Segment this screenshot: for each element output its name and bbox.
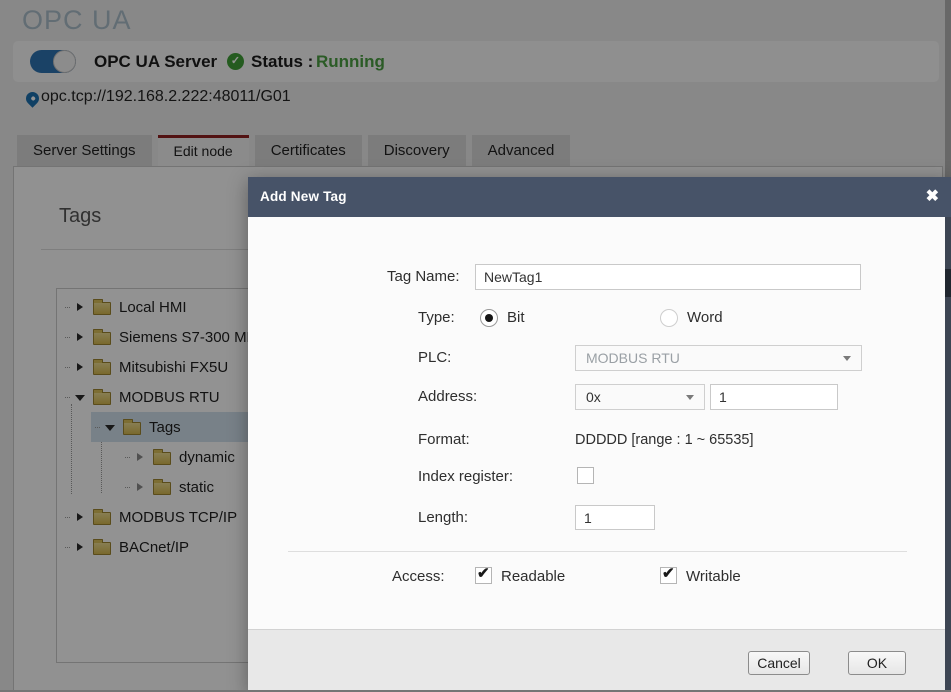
checkmark-icon: ✔ xyxy=(662,565,675,582)
section-divider xyxy=(288,551,907,552)
add-new-tag-dialog: Add New Tag ✖ Tag Name: Type: Bit Word P… xyxy=(248,177,951,692)
type-bit-radio[interactable] xyxy=(480,309,498,327)
access-label: Access: xyxy=(392,568,445,585)
checkmark-icon: ✔ xyxy=(477,565,490,582)
length-label: Length: xyxy=(418,509,469,526)
screen: OPC UA OPC UA Server ✓ Status : Running … xyxy=(0,0,951,692)
writable-checkbox[interactable]: ✔ xyxy=(660,565,677,584)
type-word-label: Word xyxy=(687,309,723,326)
plc-label: PLC: xyxy=(418,349,452,366)
close-icon[interactable]: ✖ xyxy=(926,177,939,217)
tag-name-label: Tag Name: xyxy=(387,268,460,285)
type-bit-label: Bit xyxy=(507,309,525,326)
length-input[interactable] xyxy=(575,505,655,530)
dropdown-arrow-icon xyxy=(686,395,694,400)
tag-name-input[interactable] xyxy=(475,264,861,290)
index-register-checkbox[interactable] xyxy=(577,467,594,484)
type-word-radio[interactable] xyxy=(660,309,678,327)
ok-button[interactable]: OK xyxy=(848,651,906,675)
dialog-scrollbar-track[interactable] xyxy=(945,217,951,692)
writable-label: Writable xyxy=(686,568,741,585)
address-label: Address: xyxy=(418,388,478,405)
type-label: Type: xyxy=(418,309,455,326)
address-mode-dropdown[interactable]: 0x xyxy=(575,384,705,410)
address-input[interactable] xyxy=(710,384,838,410)
format-label: Format: xyxy=(418,431,470,448)
cancel-button[interactable]: Cancel xyxy=(748,651,810,675)
dropdown-arrow-icon xyxy=(843,356,851,361)
plc-dropdown[interactable]: MODBUS RTU xyxy=(575,345,862,371)
dialog-title: Add New Tag xyxy=(260,189,347,204)
dialog-footer xyxy=(248,629,945,692)
readable-label: Readable xyxy=(501,568,566,585)
dialog-scrollbar-thumb[interactable] xyxy=(945,269,951,297)
plc-dropdown-value: MODBUS RTU xyxy=(586,350,680,366)
readable-checkbox[interactable]: ✔ xyxy=(475,565,492,584)
address-mode-value: 0x xyxy=(586,389,601,405)
format-value: DDDDD [range : 1 ~ 65535] xyxy=(575,432,754,448)
dialog-header: Add New Tag ✖ xyxy=(248,177,951,217)
index-register-label: Index register: xyxy=(418,468,514,485)
